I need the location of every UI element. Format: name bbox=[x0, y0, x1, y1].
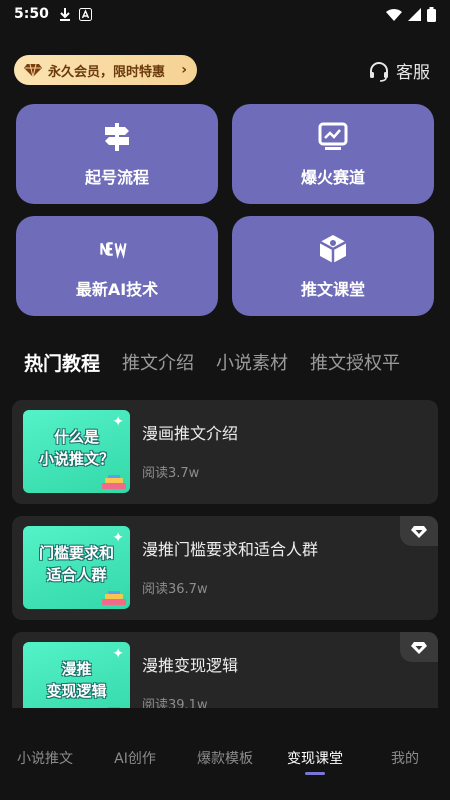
item-title: 漫画推文介绍 bbox=[142, 424, 239, 443]
chevron-right-icon: › bbox=[181, 62, 187, 78]
card-hot-tracks[interactable]: 爆火赛道 bbox=[232, 104, 434, 204]
card-label: 爆火赛道 bbox=[300, 168, 365, 187]
card-label: 最新AI技术 bbox=[75, 280, 159, 299]
thumbnail: ✦ 门槛要求和 适合人群 bbox=[23, 526, 130, 609]
card-latest-ai[interactable]: 最新AI技术 bbox=[16, 216, 218, 316]
tab-novel-materials[interactable]: 小说素材 bbox=[216, 349, 288, 375]
item-read-count: 阅读3.7w bbox=[142, 466, 200, 481]
vip-promo-label: 永久会员，限时特惠 bbox=[48, 64, 166, 80]
card-tutorial-class[interactable]: 推文课堂 bbox=[232, 216, 434, 316]
card-label: 推文课堂 bbox=[300, 280, 365, 299]
thumbnail: ✦ 什么是 小说推文？ bbox=[23, 410, 130, 493]
list-item[interactable]: ✦ 漫推 变现逻辑 漫推变现逻辑 阅读39.1w bbox=[12, 632, 438, 708]
nav-monetize-class[interactable]: 变现课堂 bbox=[270, 730, 360, 800]
font-icon bbox=[78, 7, 92, 21]
item-read-count: 阅读39.1w bbox=[142, 698, 208, 708]
card-startup-process[interactable]: 起号流程 bbox=[16, 104, 218, 204]
item-read-count: 阅读36.7w bbox=[142, 582, 208, 597]
nav-ai-creation[interactable]: AI创作 bbox=[90, 730, 180, 800]
nav-label: 变现课堂 bbox=[287, 751, 343, 767]
wifi-icon bbox=[386, 8, 402, 21]
tutorial-list: ✦ 什么是 小说推文？ 漫画推文介绍 阅读3.7w ✦ 门槛要求和 适合人群 漫… bbox=[12, 400, 438, 708]
thumbnail: ✦ 漫推 变现逻辑 bbox=[23, 642, 130, 708]
vip-badge bbox=[400, 516, 438, 546]
category-tabs: 热门教程 推文介绍 小说素材 推文授权平 bbox=[24, 346, 450, 378]
vip-badge bbox=[400, 632, 438, 662]
item-title: 漫推变现逻辑 bbox=[142, 656, 239, 675]
active-tab-indicator bbox=[305, 772, 325, 775]
tab-authorized-platforms[interactable]: 推文授权平 bbox=[310, 349, 400, 375]
battery-icon bbox=[427, 6, 436, 22]
signal-icon bbox=[408, 7, 421, 21]
diamond-icon bbox=[411, 525, 427, 538]
thumbnail-text: 门槛要求和 适合人群 bbox=[38, 544, 114, 584]
feature-grid: 起号流程 爆火赛道 最新AI技术 推文课堂 bbox=[16, 104, 434, 316]
tab-hot-tutorials[interactable]: 热门教程 bbox=[24, 349, 100, 376]
trend-chart-icon bbox=[316, 120, 350, 154]
diamond-icon bbox=[411, 641, 427, 654]
signpost-icon bbox=[100, 120, 134, 154]
headset-icon bbox=[370, 61, 388, 82]
download-icon bbox=[59, 8, 70, 21]
list-item[interactable]: ✦ 门槛要求和 适合人群 漫推门槛要求和适合人群 阅读36.7w bbox=[12, 516, 438, 620]
bottom-nav: 小说推文 AI创作 爆款模板 变现课堂 我的 bbox=[0, 730, 450, 800]
diamond-icon bbox=[24, 63, 42, 77]
books-icon bbox=[102, 475, 126, 489]
customer-service-button[interactable]: 客服 bbox=[368, 58, 430, 83]
nav-mine[interactable]: 我的 bbox=[360, 730, 450, 800]
nav-hot-templates[interactable]: 爆款模板 bbox=[180, 730, 270, 800]
item-title: 漫推门槛要求和适合人群 bbox=[142, 540, 319, 559]
thumbnail-text: 什么是 小说推文？ bbox=[38, 428, 114, 468]
list-item[interactable]: ✦ 什么是 小说推文？ 漫画推文介绍 阅读3.7w bbox=[12, 400, 438, 504]
new-badge-icon bbox=[100, 232, 134, 266]
tab-tuiwen-intro[interactable]: 推文介绍 bbox=[122, 349, 194, 375]
vip-promo-button[interactable]: 永久会员，限时特惠 › bbox=[14, 55, 197, 85]
card-label: 起号流程 bbox=[84, 168, 149, 187]
customer-service-label: 客服 bbox=[396, 63, 430, 83]
status-time: 5:50 bbox=[14, 6, 49, 22]
books-icon bbox=[108, 707, 120, 708]
books-icon bbox=[102, 591, 126, 605]
status-bar: 5:50 bbox=[0, 0, 450, 28]
nav-novel-tuiwen[interactable]: 小说推文 bbox=[0, 730, 90, 800]
thumbnail-text: 漫推 变现逻辑 bbox=[46, 660, 107, 700]
box-icon bbox=[316, 232, 350, 266]
